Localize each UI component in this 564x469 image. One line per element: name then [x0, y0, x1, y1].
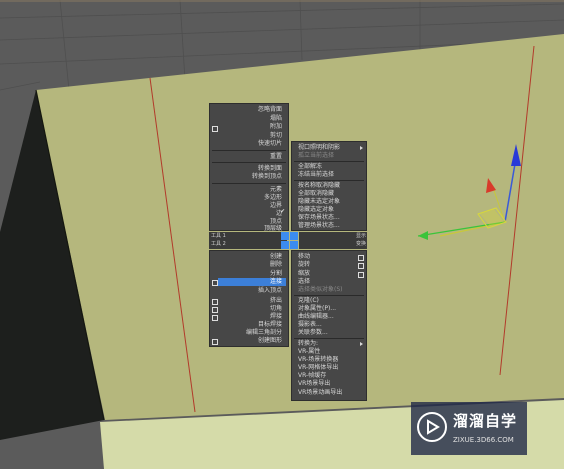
separator — [294, 161, 364, 162]
quad-display-menu: 视口照明和阴影 孤立当前选择 全部解冻 冻结当前选择 按名称取消隐藏 全部取消隐… — [291, 141, 367, 231]
menu-repeat[interactable]: 重置 — [270, 153, 282, 161]
separator — [212, 150, 286, 151]
menu-clone[interactable]: 克隆(C) — [298, 297, 319, 305]
menu-object-properties[interactable]: 对象属性(P)... — [298, 305, 336, 313]
menu-split[interactable]: 分割 — [270, 270, 282, 278]
play-logo-icon — [417, 412, 447, 442]
rotate-settings-icon[interactable] — [358, 263, 364, 269]
header-display: 显示 — [355, 233, 366, 239]
menu-vr-scene-converter[interactable]: VR-场景转换器 — [298, 356, 338, 364]
menu-hide-selection[interactable]: 隐藏选定对象 — [298, 206, 334, 214]
menu-collapse[interactable]: 塌陷 — [270, 115, 282, 123]
menu-unfreeze-all[interactable]: 全部解冻 — [298, 163, 322, 171]
menu-create[interactable]: 创建 — [270, 253, 282, 261]
submenu-arrow-icon — [360, 342, 363, 346]
header-tools2: 工具 2 — [211, 241, 226, 247]
menu-connect[interactable]: 连接 — [270, 278, 282, 286]
menu-cut[interactable]: 剪切 — [270, 132, 282, 140]
menu-curve-editor[interactable]: 曲线编辑器... — [298, 313, 334, 321]
menu-scale[interactable]: 缩放 — [298, 270, 310, 278]
menu-wire-parameters[interactable]: 关联参数... — [298, 329, 328, 337]
menu-target-weld[interactable]: 目标焊接 — [258, 321, 282, 329]
menu-insert-vertex[interactable]: 插入顶点 — [258, 287, 282, 295]
menu-dope-sheet[interactable]: 摄影表... — [298, 321, 322, 329]
quad-center-icon[interactable] — [281, 232, 298, 249]
separator — [294, 338, 364, 339]
menu-polygon[interactable]: 多边形 — [264, 194, 282, 202]
menu-ignore-backfacing[interactable]: 忽略背面 — [258, 106, 282, 114]
menu-convert-to[interactable]: 转换为: — [298, 340, 318, 348]
menu-rotate[interactable]: 旋转 — [298, 261, 310, 269]
quad-tools2-menu: 创建 删除 分割 连接 插入顶点 挤出 切角 焊接 目标焊接 编辑三角剖分 创建… — [209, 250, 289, 347]
scale-settings-icon[interactable] — [358, 272, 364, 278]
quad-header-right: 显示 变换 — [299, 232, 367, 249]
menu-select[interactable]: 选择 — [298, 278, 310, 286]
menu-move[interactable]: 移动 — [298, 253, 310, 261]
separator — [294, 180, 364, 181]
attach-settings-icon[interactable] — [212, 126, 218, 132]
header-transform: 变换 — [355, 241, 366, 247]
menu-quickslice[interactable]: 快速切片 — [258, 140, 282, 148]
menu-isolate-selection: 孤立当前选择 — [298, 152, 335, 159]
connect-settings-icon[interactable] — [212, 280, 218, 286]
menu-vr-scene-animation-export[interactable]: VR场景动画导出 — [298, 389, 342, 397]
watermark-url: ZIXUE.3D66.COM — [453, 436, 514, 444]
menu-unhide-by-name[interactable]: 按名称取消隐藏 — [298, 182, 340, 190]
menu-vr-frame-buffer[interactable]: VR-帧缓存 — [298, 372, 326, 380]
separator — [212, 183, 286, 184]
menu-viewport-lighting-shadows[interactable]: 视口照明和阴影 — [298, 144, 340, 152]
menu-vr-mesh-export[interactable]: VR-网格体导出 — [298, 364, 338, 372]
menu-remove[interactable]: 删除 — [270, 261, 282, 269]
quad-header-left: 工具 1 工具 2 — [209, 232, 287, 249]
move-settings-icon[interactable] — [358, 255, 364, 261]
menu-select-similar: 选择类似对象(S) — [298, 286, 343, 293]
menu-hide-unselected[interactable]: 隐藏未选定对象 — [298, 198, 340, 206]
separator — [212, 162, 286, 163]
weld-settings-icon[interactable] — [212, 315, 218, 321]
menu-element[interactable]: 元素 — [270, 186, 282, 194]
watermark-title: 溜溜自学 — [453, 412, 518, 430]
menu-vr-scene-export[interactable]: VR场景导出 — [298, 380, 330, 388]
menu-manage-scene-states[interactable]: 管理场景状态... — [298, 222, 340, 230]
menu-weld[interactable]: 焊接 — [270, 313, 282, 321]
quad-tools1-menu: 忽略背面 塌陷 附加 剪切 快速切片 重置 转换到面 转换到顶点 元素 多边形 … — [209, 103, 289, 232]
menu-convert-to-vertex[interactable]: 转换到顶点 — [252, 173, 282, 181]
quad-transform-menu: 移动 旋转 缩放 选择 选择类似对象(S) 克隆(C) 对象属性(P)... 曲… — [291, 250, 367, 401]
menu-create-shape[interactable]: 创建图形 — [258, 337, 282, 345]
menu-attach[interactable]: 附加 — [270, 123, 282, 131]
checkmark-icon: ✔ — [280, 208, 286, 215]
menu-convert-to-face[interactable]: 转换到面 — [258, 165, 282, 173]
separator — [294, 295, 364, 296]
menu-save-scene-state[interactable]: 保存场景状态... — [298, 214, 340, 222]
chamfer-settings-icon[interactable] — [212, 307, 218, 313]
menu-vr-properties[interactable]: VR-属性 — [298, 348, 320, 356]
menu-chamfer[interactable]: 切角 — [270, 305, 282, 313]
menu-extrude[interactable]: 挤出 — [270, 297, 282, 305]
menu-unhide-all[interactable]: 全部取消隐藏 — [298, 190, 334, 198]
submenu-arrow-icon — [360, 146, 363, 150]
watermark: 溜溜自学 ZIXUE.3D66.COM — [411, 402, 527, 455]
menu-edit-triangulation[interactable]: 编辑三角剖分 — [246, 329, 282, 337]
menu-freeze-selection[interactable]: 冻结当前选择 — [298, 171, 334, 179]
create-shape-settings-icon[interactable] — [212, 339, 218, 345]
header-tools1: 工具 1 — [211, 233, 226, 239]
extrude-settings-icon[interactable] — [212, 299, 218, 305]
